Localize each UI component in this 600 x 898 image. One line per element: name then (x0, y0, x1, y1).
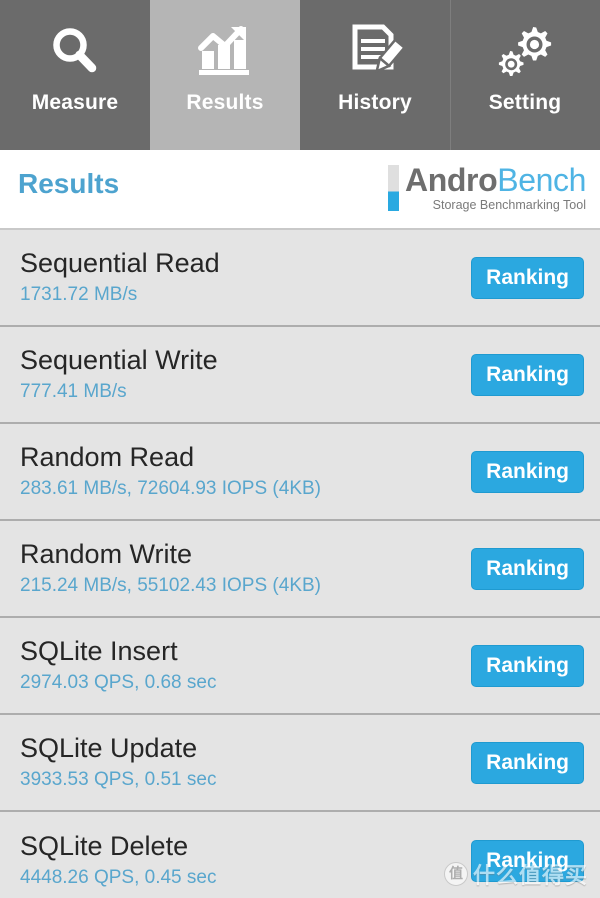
tab-history[interactable]: History (300, 0, 450, 150)
benchmark-name: Sequential Write (20, 345, 218, 376)
table-row[interactable]: SQLite Delete 4448.26 QPS, 0.45 sec Rank… (0, 812, 600, 898)
table-row[interactable]: Random Read 283.61 MB/s, 72604.93 IOPS (… (0, 424, 600, 521)
benchmark-value: 2974.03 QPS, 0.68 sec (20, 671, 217, 693)
benchmark-value: 3933.53 QPS, 0.51 sec (20, 768, 217, 790)
tab-results[interactable]: Results (150, 0, 300, 150)
table-row[interactable]: Random Write 215.24 MB/s, 55102.43 IOPS … (0, 521, 600, 618)
row-text-group: Random Read 283.61 MB/s, 72604.93 IOPS (… (0, 442, 471, 500)
tab-results-label: Results (186, 91, 264, 114)
table-row[interactable]: Sequential Read 1731.72 MB/s Ranking (0, 230, 600, 327)
logo-tagline: Storage Benchmarking Tool (432, 197, 586, 212)
benchmark-value: 215.24 MB/s, 55102.43 IOPS (4KB) (20, 574, 322, 596)
benchmark-value: 4448.26 QPS, 0.45 sec (20, 866, 217, 888)
logo-wordmark: AndroBench (405, 164, 586, 197)
benchmark-name: Random Read (20, 442, 195, 473)
benchmark-name: SQLite Delete (20, 831, 189, 862)
table-row[interactable]: SQLite Update 3933.53 QPS, 0.51 sec Rank… (0, 715, 600, 812)
ranking-button[interactable]: Ranking (471, 741, 584, 784)
androbench-logo: AndroBench Storage Benchmarking Tool (388, 164, 586, 212)
main-tabbar: Measure Results History Setting (0, 0, 600, 150)
row-text-group: Sequential Read 1731.72 MB/s (0, 248, 471, 306)
row-text-group: SQLite Delete 4448.26 QPS, 0.45 sec (0, 831, 471, 889)
benchmark-name: SQLite Update (20, 733, 198, 764)
bar-chart-trend-icon (196, 14, 254, 88)
ranking-button[interactable]: Ranking (471, 450, 584, 493)
benchmark-value: 777.41 MB/s (20, 380, 127, 402)
page-title: Results (18, 168, 120, 199)
ranking-button[interactable]: Ranking (471, 353, 584, 396)
tab-history-label: History (338, 91, 412, 114)
benchmark-name: Random Write (20, 539, 193, 570)
row-text-group: SQLite Insert 2974.03 QPS, 0.68 sec (0, 636, 471, 694)
logo-bar-icon (388, 165, 400, 211)
ranking-button[interactable]: Ranking (471, 547, 584, 590)
benchmark-value: 1731.72 MB/s (20, 283, 138, 305)
row-text-group: Sequential Write 777.41 MB/s (0, 345, 471, 403)
benchmark-value: 283.61 MB/s, 72604.93 IOPS (4KB) (20, 477, 322, 499)
benchmark-name: Sequential Read (20, 248, 220, 279)
androbench-app: Measure Results History Setting Results … (0, 0, 600, 898)
table-row[interactable]: SQLite Insert 2974.03 QPS, 0.68 sec Rank… (0, 618, 600, 715)
magnifier-icon (47, 14, 103, 88)
row-text-group: SQLite Update 3933.53 QPS, 0.51 sec (0, 733, 471, 791)
tab-measure[interactable]: Measure (0, 0, 150, 150)
logo-andro-text: Andro (405, 162, 498, 198)
document-pencil-icon (347, 14, 403, 88)
tab-setting[interactable]: Setting (450, 0, 600, 150)
results-header: Results AndroBench Storage Benchmarking … (0, 150, 600, 230)
table-row[interactable]: Sequential Write 777.41 MB/s Ranking (0, 327, 600, 424)
ranking-button[interactable]: Ranking (471, 256, 584, 299)
ranking-button[interactable]: Ranking (471, 839, 584, 882)
benchmark-name: SQLite Insert (20, 636, 178, 667)
tab-measure-label: Measure (31, 91, 119, 114)
row-text-group: Random Write 215.24 MB/s, 55102.43 IOPS … (0, 539, 471, 597)
logo-bench-text: Bench (497, 162, 586, 198)
ranking-button[interactable]: Ranking (471, 644, 584, 687)
results-list: Sequential Read 1731.72 MB/s Ranking Seq… (0, 230, 600, 898)
gears-icon (495, 14, 555, 88)
tab-setting-label: Setting (488, 91, 562, 114)
